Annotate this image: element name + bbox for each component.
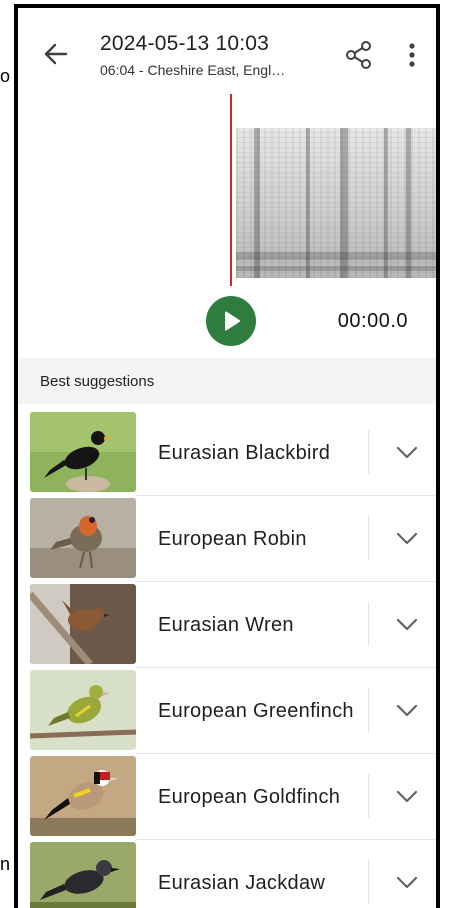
expand-button[interactable] — [392, 698, 422, 724]
chevron-down-icon — [396, 532, 418, 545]
share-icon — [346, 41, 371, 69]
species-name: Eurasian Blackbird — [158, 442, 331, 464]
spectrogram-view[interactable] — [18, 94, 436, 286]
bird-photo — [30, 584, 136, 664]
playback-controls: 00:00.0 — [18, 290, 436, 356]
back-button[interactable] — [40, 38, 72, 70]
bird-photo — [30, 842, 136, 908]
chevron-down-icon — [396, 790, 418, 803]
playback-time: 00:00.0 — [337, 310, 408, 332]
species-name: European Goldfinch — [158, 786, 341, 808]
chevron-down-icon — [396, 704, 418, 717]
expand-button[interactable] — [392, 526, 422, 552]
play-icon — [225, 311, 240, 331]
species-name: European Robin — [158, 528, 307, 550]
expand-button[interactable] — [392, 870, 422, 896]
list-item[interactable]: Eurasian Wren — [18, 582, 436, 668]
species-name: Eurasian Wren — [158, 614, 294, 636]
chevron-down-icon — [396, 618, 418, 631]
species-name: European Greenfinch — [158, 700, 354, 722]
bird-photo — [30, 756, 136, 836]
spectrogram — [236, 128, 436, 278]
species-name: Eurasian Jackdaw — [158, 872, 326, 894]
suggestions-section-header: Best suggestions — [18, 358, 436, 404]
expand-button[interactable] — [392, 612, 422, 638]
app-screen: 2024-05-13 10:03 06:04 - Cheshire East, … — [14, 4, 440, 908]
list-item[interactable]: European Robin — [18, 496, 436, 582]
share-button[interactable] — [344, 40, 374, 70]
recording-subtitle: 06:04 - Cheshire East, Engl… — [100, 62, 286, 78]
list-item[interactable]: Eurasian Blackbird — [18, 410, 436, 496]
chevron-down-icon — [396, 876, 418, 889]
top-app-bar: 2024-05-13 10:03 06:04 - Cheshire East, … — [18, 8, 436, 92]
bird-photo — [30, 670, 136, 750]
edge-text-top: o — [0, 66, 11, 86]
play-button[interactable] — [206, 296, 256, 346]
edge-text-bottom: n — [0, 854, 11, 874]
playhead-marker[interactable] — [230, 94, 232, 286]
expand-button[interactable] — [392, 440, 422, 466]
bird-photo — [30, 498, 136, 578]
expand-button[interactable] — [392, 784, 422, 810]
more-vert-icon — [409, 43, 415, 67]
bird-photo — [30, 412, 136, 492]
arrow-left-icon — [44, 43, 68, 65]
list-item[interactable]: European Goldfinch — [18, 754, 436, 840]
recording-title: 2024-05-13 10:03 — [100, 32, 270, 55]
chevron-down-icon — [396, 446, 418, 459]
section-title: Best suggestions — [40, 373, 155, 390]
list-item[interactable]: European Greenfinch — [18, 668, 436, 754]
list-item[interactable]: Eurasian Jackdaw — [18, 840, 436, 908]
more-options-button[interactable] — [404, 40, 420, 70]
